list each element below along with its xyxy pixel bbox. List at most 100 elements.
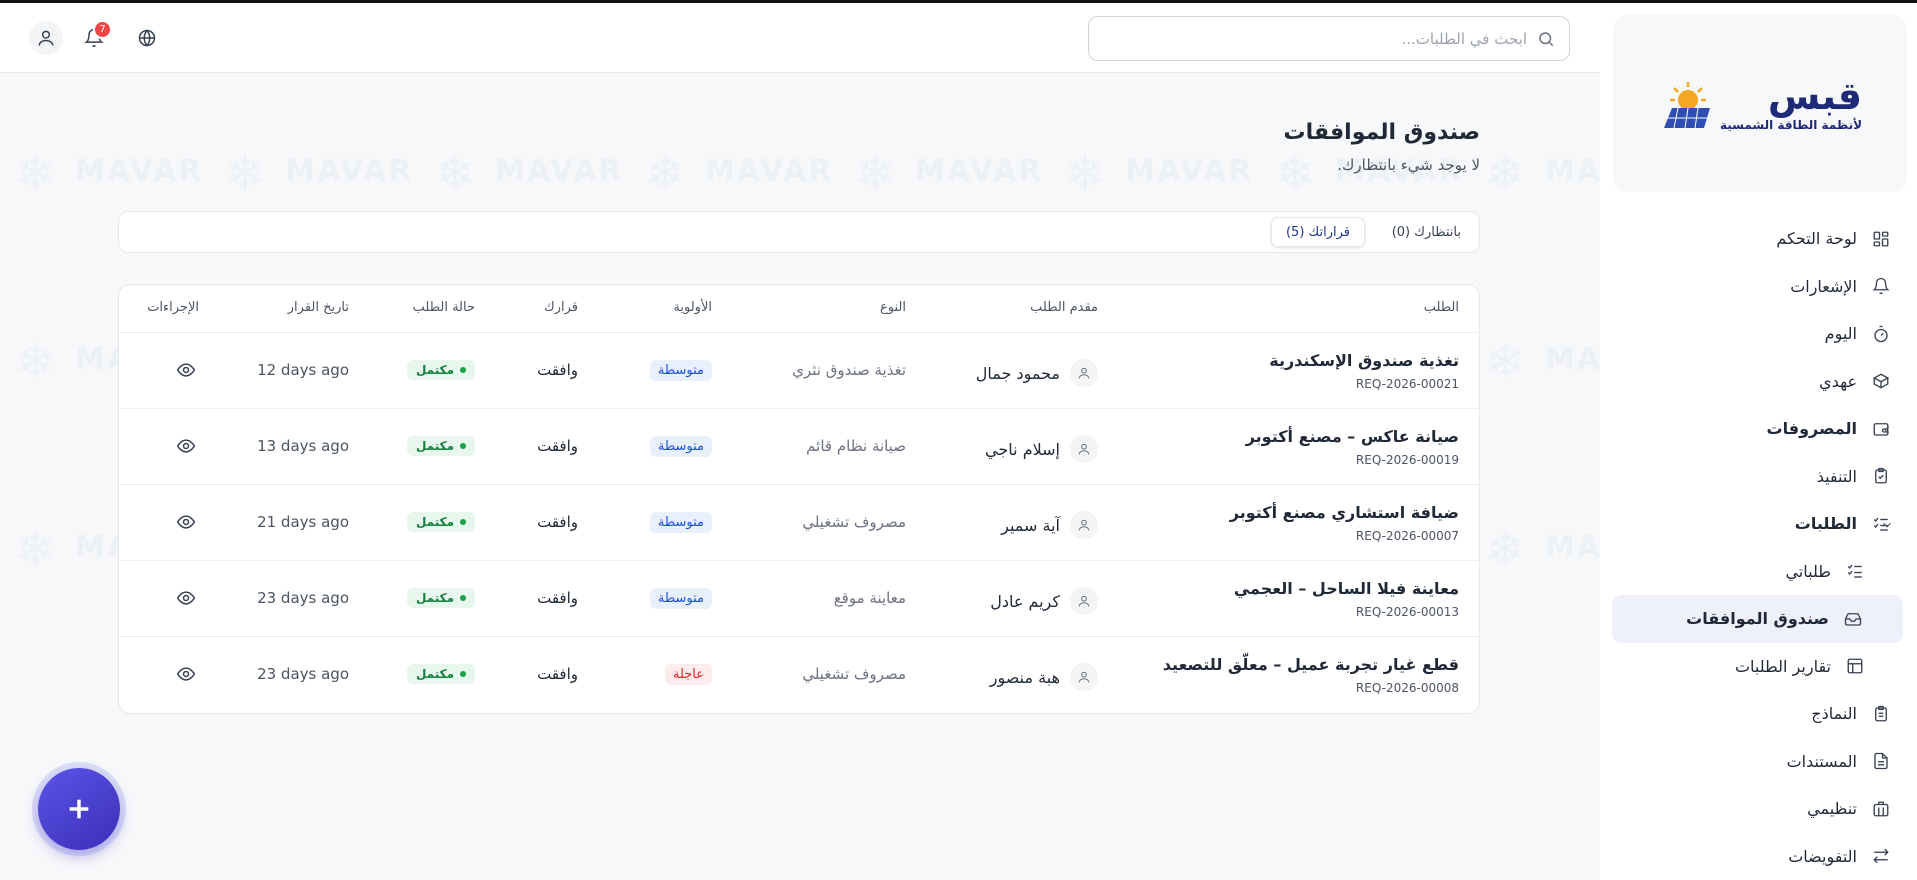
sidebar-item-my-requests[interactable]: طلباتي [1600,548,1917,596]
sidebar-item-label: تنظيمي [1807,799,1857,819]
status-label: مكتمل [415,591,454,605]
sidebar-item-expenses[interactable]: المصروفات [1600,405,1917,453]
table-row[interactable]: ضيافة استشاري مصنع أكتوبر REQ-2026-00007… [119,485,1479,561]
search-icon [1539,31,1554,46]
view-button[interactable] [174,588,196,610]
view-button[interactable] [174,436,196,458]
request-title[interactable]: معاينة فيلا الساحل – العجمي [1234,579,1459,598]
sidebar-item-label: المصروفات [1766,419,1857,439]
table-icon [1845,656,1865,676]
search-input[interactable] [1107,29,1527,48]
watermark-flake-icon: ❄ [1485,146,1526,202]
watermark-text: MAVAR [1125,154,1254,189]
my-decision: وافقت [537,361,578,379]
sidebar-item-today[interactable]: اليوم [1600,310,1917,358]
eye-icon [176,591,196,605]
bell-icon [1871,276,1891,296]
status-badge: مكتمل [406,512,475,532]
clipboard-list-icon [1871,704,1891,724]
eye-icon [176,515,196,529]
page-subtitle: لا يوجد شيء بانتظارك. [1337,156,1480,174]
sidebar-item-request-reports[interactable]: تقارير الطلبات [1600,643,1917,691]
sidebar-item-label: المستندات [1786,751,1857,771]
list-checks-icon [1845,561,1865,581]
sidebar-item-label: التفويضات [1788,846,1857,866]
sidebar-item-approvals-inbox[interactable]: صندوق الموافقات [1612,595,1903,643]
tab-my-decisions[interactable]: قراراتك (5) [1270,217,1365,247]
request-type: معاينة موقع [833,589,906,607]
user-avatar-button[interactable] [29,21,63,55]
watermark-text: MAVAR [705,154,834,189]
column-header-actions: الإجراءات [147,300,199,315]
plus-icon [69,799,89,819]
request-type: مصروف تشغيلي [802,665,906,683]
sidebar-nav: لوحة التحكم الإشعارات اليوم عهدي المصروف… [1600,215,1917,880]
search-box[interactable] [1088,16,1570,61]
request-type: صيانة نظام قائم [806,437,906,455]
status-dot-icon [460,595,466,601]
requester-name: كريم عادل [990,591,1060,611]
requester-name: محمود جمال [975,363,1060,383]
sidebar-item-execution[interactable]: التنفيذ [1600,453,1917,501]
brand-logo[interactable]: قبس لأنظمة الطاقة الشمسية [1658,76,1862,132]
column-header-type: النوع [880,300,906,315]
sidebar-item-label: تقارير الطلبات [1734,656,1831,676]
sidebar-item-requests[interactable]: الطلبات [1600,500,1917,548]
sidebar-item-label: عهدي [1819,371,1857,391]
view-button[interactable] [174,360,196,382]
watermark-flake-icon: ❄ [1275,146,1316,202]
table-row[interactable]: قطع غيار تجربة عميل – معلّق للتصعيد REQ-… [119,637,1479,713]
sidebar-item-label: الطلبات [1794,514,1857,534]
notifications-button[interactable]: 7 [79,20,112,53]
sidebar-item-label: اليوم [1824,324,1857,344]
priority-badge: متوسطة [649,588,712,609]
tab-pending[interactable]: بانتظارك (0) [1378,217,1475,247]
column-header-decision: قرارك [544,300,578,315]
watermark-flake-icon: ❄ [15,334,56,390]
add-request-button[interactable] [38,768,120,850]
table-row[interactable]: تغذية صندوق الإسكندرية REQ-2026-00021 مح… [119,333,1479,409]
table-header: الطلب مقدم الطلب النوع الأولوية قرارك حا… [119,285,1479,333]
requester-name: إسلام ناجي [985,439,1060,459]
user-icon [1070,359,1098,387]
sidebar-item-label: طلباتي [1785,561,1831,581]
eye-icon [176,363,196,377]
my-decision: وافقت [537,437,578,455]
sidebar-item-notifications[interactable]: الإشعارات [1600,263,1917,311]
logo-card: قبس لأنظمة الطاقة الشمسية [1613,15,1907,192]
priority-badge: متوسطة [649,436,712,457]
view-button[interactable] [174,664,196,686]
table-row[interactable]: معاينة فيلا الساحل – العجمي REQ-2026-000… [119,561,1479,637]
eye-icon [176,667,196,681]
table-row[interactable]: صيانة عاكس – مصنع أكتوبر REQ-2026-00019 … [119,409,1479,485]
language-button[interactable] [132,23,162,53]
decision-date: 12 days ago [257,361,349,379]
priority-badge: متوسطة [649,512,712,533]
requester: هبة منصور [990,663,1098,691]
eye-icon [176,439,196,453]
sidebar-item-label: التنفيذ [1816,466,1857,486]
sidebar: قبس لأنظمة الطاقة الشمسية لوحة التحكم ال… [1600,3,1917,880]
sidebar-item-dashboard[interactable]: لوحة التحكم [1600,215,1917,263]
request-title[interactable]: تغذية صندوق الإسكندرية [1269,351,1459,370]
tabs-bar: بانتظارك (0) قراراتك (5) [118,211,1480,253]
sidebar-item-custody[interactable]: عهدي [1600,358,1917,406]
watermark-text: MAVAR [1545,154,1600,189]
sidebar-item-delegations[interactable]: التفويضات [1600,833,1917,880]
request-title[interactable]: صيانة عاكس – مصنع أكتوبر [1246,427,1459,446]
status-label: مكتمل [415,515,454,529]
request-id: REQ-2026-00021 [1355,377,1459,391]
column-header-decision-date: تاريخ القرار [287,300,349,315]
decision-date: 23 days ago [257,589,349,607]
request-title[interactable]: ضيافة استشاري مصنع أكتوبر [1230,503,1459,522]
view-button[interactable] [174,512,196,534]
user-icon [1070,435,1098,463]
column-header-status: حالة الطلب [412,300,475,315]
request-title[interactable]: قطع غيار تجربة عميل – معلّق للتصعيد [1163,655,1459,674]
sidebar-item-forms[interactable]: النماذج [1600,690,1917,738]
sidebar-item-documents[interactable]: المستندات [1600,738,1917,786]
watermark-flake-icon: ❄ [855,146,896,202]
sidebar-item-label: لوحة التحكم [1776,229,1857,249]
sidebar-item-organization[interactable]: تنظيمي [1600,785,1917,833]
my-decision: وافقت [537,589,578,607]
